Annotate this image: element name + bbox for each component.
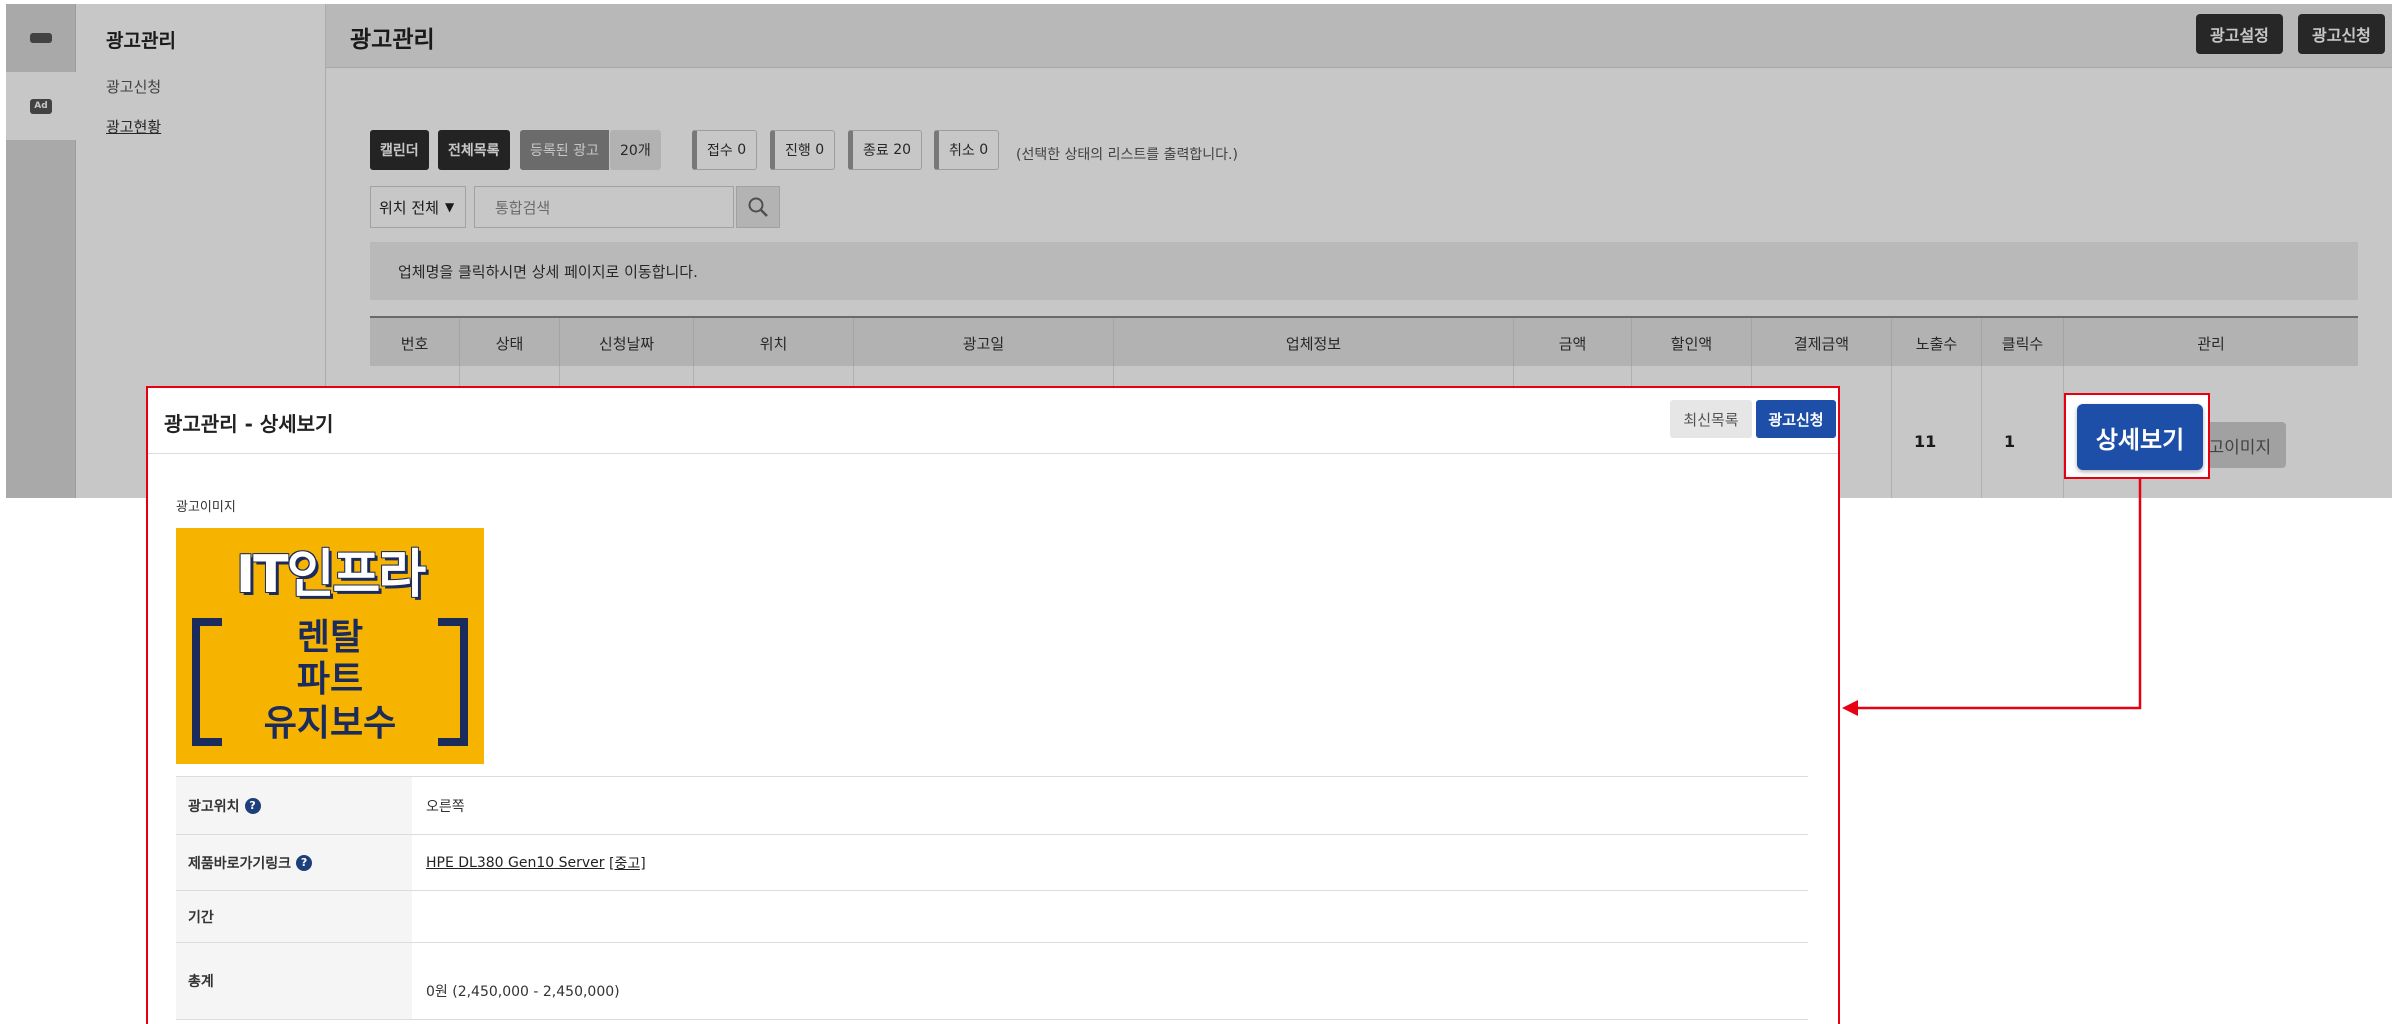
- info-label: 광고위치 ?: [176, 777, 412, 834]
- location-select-value: 위치 전체: [379, 198, 439, 217]
- status-count: 0: [979, 142, 989, 158]
- status-count: 20: [893, 142, 912, 158]
- modal-title: 광고관리 - 상세보기: [164, 412, 334, 436]
- table-header: 번호 상태 신청날짜 위치 광고일 업체정보 금액 할인액 결제금액 노출수 클…: [370, 316, 2358, 368]
- modal-ad-apply-button[interactable]: 광고신청: [1756, 400, 1836, 438]
- detail-view-button[interactable]: 상세보기: [2077, 404, 2203, 470]
- notice-bar: 업체명을 클릭하시면 상세 페이지로 이동합니다.: [370, 242, 2358, 300]
- ad-headline: IT인프라: [235, 545, 426, 605]
- all-list-button[interactable]: 전체목록: [438, 130, 510, 170]
- column-header: 클릭수: [1982, 318, 2064, 368]
- ad-banner-image: IT인프라 렌탈 파트 유지보수: [176, 528, 484, 764]
- registered-count: 20개: [610, 130, 661, 170]
- registered-ads-button[interactable]: 등록된 광고: [520, 130, 609, 170]
- link-value: HPE DL380 Gen10 Server [중고]: [412, 835, 1808, 890]
- info-row-link: 제품바로가기링크 ? HPE DL380 Gen10 Server [중고]: [176, 834, 1808, 890]
- status-label: 취소: [949, 143, 975, 159]
- location-select[interactable]: 위치 전체 ▼: [370, 186, 466, 228]
- detail-modal: 광고관리 - 상세보기 최신목록 광고신청 광고이미지 IT인프라 렌탈 파트 …: [146, 386, 1840, 1024]
- status-received-filter[interactable]: 접수 0: [692, 130, 758, 170]
- modal-header: 광고관리 - 상세보기 최신목록 광고신청: [148, 388, 1838, 454]
- total-label: 총계: [176, 943, 412, 1019]
- calendar-button[interactable]: 캘린더: [370, 130, 429, 170]
- status-progress-filter[interactable]: 진행 0: [770, 130, 836, 170]
- status-count: 0: [815, 142, 825, 158]
- column-header: 업체정보: [1114, 318, 1514, 368]
- total-value: 0원 (2,450,000 - 2,450,000): [426, 984, 620, 1000]
- period-value: [412, 891, 1808, 942]
- column-header: 결제금액: [1752, 318, 1892, 368]
- column-header: 상태: [460, 318, 560, 368]
- main-header: 광고관리 광고설정 광고신청: [326, 4, 2392, 68]
- status-cancelled-filter[interactable]: 취소 0: [934, 130, 1000, 170]
- ad-icon[interactable]: Ad: [6, 72, 76, 140]
- column-header: 할인액: [1632, 318, 1752, 368]
- info-row-position: 광고위치 ? 오른쪽: [176, 776, 1808, 834]
- chevron-down-icon: ▼: [444, 200, 455, 214]
- detail-info-table: 광고위치 ? 오른쪽 제품바로가기링크 ? HPE DL380 Gen10 Se…: [176, 776, 1808, 1020]
- ad-text-rental: 렌탈: [296, 617, 364, 658]
- submenu-title: 광고관리: [106, 30, 176, 52]
- help-icon[interactable]: ?: [244, 797, 261, 814]
- column-header: 신청날짜: [560, 318, 694, 368]
- ad-settings-button[interactable]: 광고설정: [2196, 14, 2283, 54]
- position-label: 광고위치: [188, 798, 240, 815]
- search-input[interactable]: 통합검색: [474, 186, 734, 228]
- ad-image-label: 광고이미지: [176, 500, 236, 515]
- search-icon: [748, 197, 768, 217]
- submenu-item-ad-apply[interactable]: 광고신청: [106, 76, 161, 97]
- column-header: 광고일: [854, 318, 1114, 368]
- status-ended-filter[interactable]: 종료 20: [848, 130, 923, 170]
- help-icon[interactable]: ?: [296, 854, 313, 871]
- ad-apply-header-button[interactable]: 광고신청: [2298, 14, 2385, 54]
- product-link[interactable]: HPE DL380 Gen10 Server: [426, 855, 605, 871]
- search-button[interactable]: [736, 186, 780, 228]
- clicks-count: 1: [2004, 432, 2016, 451]
- link-label: 제품바로가기링크: [188, 855, 292, 872]
- latest-list-button[interactable]: 최신목록: [1670, 400, 1752, 438]
- store-icon[interactable]: [6, 4, 76, 72]
- column-header: 번호: [370, 318, 460, 368]
- column-header: 관리: [2197, 334, 2225, 353]
- screenshot-stage: Ad 광고관리 광고신청 광고현황 광고관리 광고설정 광고신청 캘린더 전체목…: [0, 0, 2402, 1024]
- status-count: 0: [737, 142, 747, 158]
- period-label: 기간: [176, 891, 412, 942]
- status-label: 진행: [785, 143, 811, 159]
- position-value: 오른쪽: [426, 798, 465, 815]
- info-row-period: 기간: [176, 890, 1808, 942]
- submenu-item-ad-status[interactable]: 광고현황: [106, 116, 161, 137]
- icon-sidebar: Ad: [6, 4, 76, 498]
- page-title: 광고관리: [350, 27, 435, 53]
- column-header: 노출수: [1892, 318, 1982, 368]
- ad-text-maintenance: 유지보수: [263, 703, 397, 744]
- status-label: 접수: [707, 143, 733, 159]
- column-header: 금액: [1514, 318, 1632, 368]
- views-count: 11: [1914, 432, 1937, 451]
- product-link-tag[interactable]: [중고]: [609, 853, 646, 873]
- info-row-total: 총계 0원 (2,450,000 - 2,450,000): [176, 942, 1808, 1020]
- status-note: (선택한 상태의 리스트를 출력합니다.): [1016, 147, 1238, 163]
- column-header: 위치: [694, 318, 854, 368]
- info-label: 제품바로가기링크 ?: [176, 835, 412, 890]
- status-label: 종료: [863, 143, 889, 159]
- ad-text-parts: 파트: [296, 659, 364, 700]
